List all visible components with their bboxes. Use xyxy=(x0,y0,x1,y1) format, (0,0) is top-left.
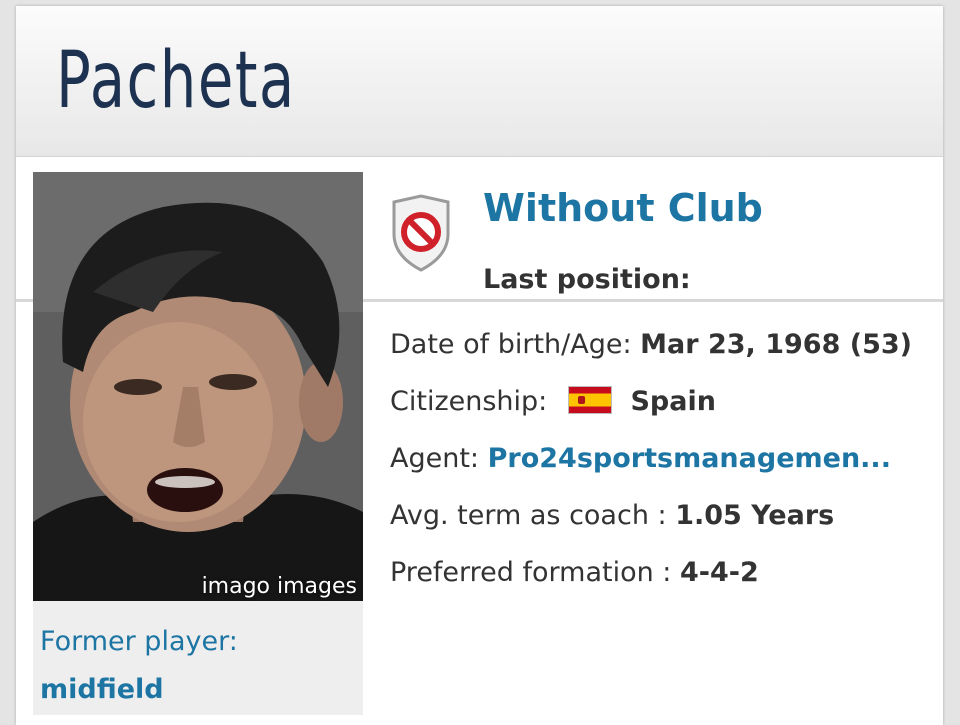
last-position-label: Last position: xyxy=(483,264,691,295)
info-row-formation: Preferred formation : 4-4-2 xyxy=(390,552,940,609)
former-player-info: Former player: midfield xyxy=(40,618,238,714)
avg-term-value: 1.05 Years xyxy=(675,500,835,531)
photo-section: imago images Former player: midfield xyxy=(33,172,363,715)
citizenship-value: Spain xyxy=(630,386,716,417)
coach-info-list: Date of birth/Age: Mar 23, 1968 (53) Cit… xyxy=(390,324,940,609)
agent-label: Agent: xyxy=(390,443,480,474)
dob-value: Mar 23, 1968 (53) xyxy=(640,329,913,360)
dob-label: Date of birth/Age: xyxy=(390,329,632,360)
portrait-illustration xyxy=(33,172,363,601)
coach-photo: imago images xyxy=(33,172,363,601)
no-club-shield-icon xyxy=(388,194,454,272)
avg-term-label: Avg. term as coach : xyxy=(390,500,667,531)
info-row-dob: Date of birth/Age: Mar 23, 1968 (53) xyxy=(390,324,940,381)
profile-header: Pacheta xyxy=(16,6,943,157)
info-row-citizenship: Citizenship: Spain xyxy=(390,381,940,438)
photo-credit: imago images xyxy=(201,574,357,599)
formation-value: 4-4-2 xyxy=(680,557,759,588)
citizenship-label: Citizenship: xyxy=(390,386,548,417)
former-player-position: midfield xyxy=(40,674,164,705)
spain-flag-icon xyxy=(567,385,612,414)
coach-name: Pacheta xyxy=(56,36,296,126)
agent-link[interactable]: Pro24sportsmanagemen... xyxy=(488,443,891,474)
former-player-label: Former player: xyxy=(40,626,238,657)
info-row-avg-term: Avg. term as coach : 1.05 Years xyxy=(390,495,940,552)
formation-label: Preferred formation : xyxy=(390,557,672,588)
info-row-agent: Agent: Pro24sportsmanagemen... xyxy=(390,438,940,495)
current-club-link[interactable]: Without Club xyxy=(483,182,763,234)
coach-profile-card: Pacheta imago images Former player: midf… xyxy=(16,6,943,725)
